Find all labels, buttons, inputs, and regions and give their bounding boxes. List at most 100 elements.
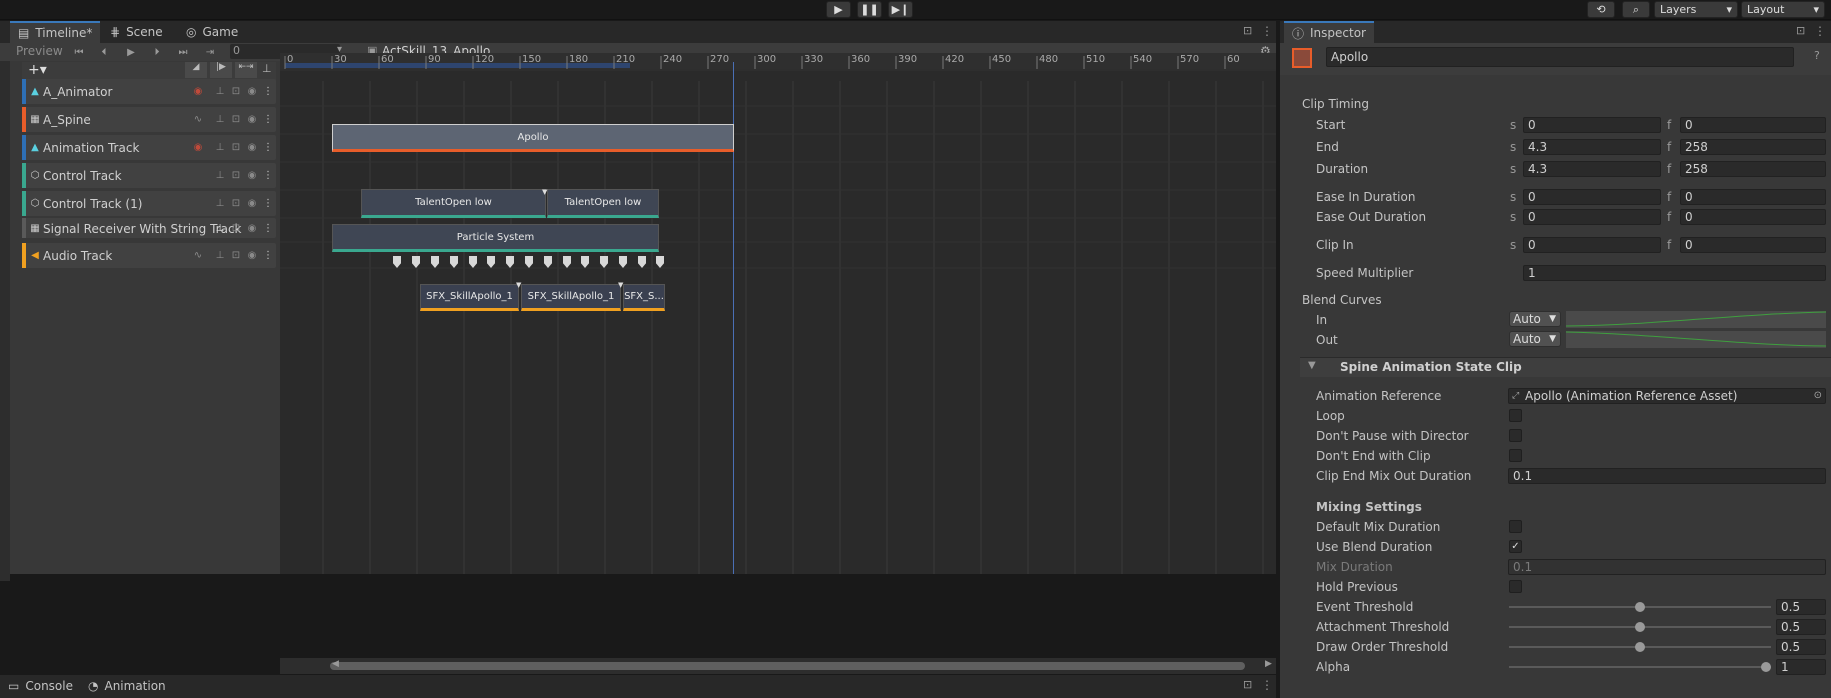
more-options-icon[interactable]: ⋮ xyxy=(1814,24,1826,38)
lock-icon[interactable]: ⊡ xyxy=(230,113,242,125)
collapse-icon[interactable]: ▼ xyxy=(1308,360,1316,371)
search-icon[interactable]: ⌕ xyxy=(1622,1,1650,18)
clip-particle-system[interactable]: Particle System xyxy=(332,224,659,252)
clip-end-mix-field[interactable]: 0.1 xyxy=(1508,468,1826,484)
horizontal-scrollbar[interactable]: ◀ ▶ xyxy=(280,658,1276,674)
eye-icon[interactable]: ◉ xyxy=(246,85,258,97)
attachment-threshold-field[interactable]: 0.5 xyxy=(1776,619,1826,635)
eye-icon[interactable]: ◉ xyxy=(246,222,258,234)
default-mix-checkbox[interactable] xyxy=(1509,520,1522,533)
lock-icon[interactable]: ⊡ xyxy=(230,222,242,234)
snap-icon[interactable]: |▶ xyxy=(210,62,232,78)
end-frames-field[interactable]: 258 xyxy=(1680,139,1826,155)
pin-icon[interactable]: ⊥ xyxy=(214,249,226,261)
eye-icon[interactable]: ◉ xyxy=(246,197,258,209)
scrollbar-thumb[interactable] xyxy=(330,662,1245,670)
record-icon[interactable]: ◉ xyxy=(192,141,204,153)
clip-in-seconds-field[interactable]: 0 xyxy=(1523,237,1661,253)
blend-out-curve[interactable] xyxy=(1565,331,1827,348)
clip-sfx-3[interactable]: SFX_S... xyxy=(623,284,665,311)
ease-out-frames-field[interactable]: 0 xyxy=(1680,209,1826,225)
lock-icon[interactable]: ⊡ xyxy=(230,141,242,153)
lock-icon[interactable]: ⊡ xyxy=(1243,24,1252,37)
speed-multiplier-field[interactable]: 1 xyxy=(1523,265,1826,281)
tab-inspector[interactable]: ⓘ Inspector xyxy=(1284,21,1374,43)
pause-button[interactable]: ❚❚ xyxy=(857,1,882,18)
next-frame-icon[interactable]: ⏵ xyxy=(148,44,166,60)
dont-pause-checkbox[interactable] xyxy=(1509,429,1522,442)
zoom-icon[interactable]: ◢ xyxy=(185,62,207,78)
scroll-right-icon[interactable]: ▶ xyxy=(1265,659,1272,669)
track-header-a-spine[interactable]: ▦ A_Spine ∿ ⊥ ⊡ ◉ ⋮ xyxy=(22,107,276,132)
time-ruler[interactable]: 0 30 60 90 120 150 180 210 240 270 300 3… xyxy=(280,53,1276,69)
clip-in-frames-field[interactable]: 0 xyxy=(1680,237,1826,253)
duration-frames-field[interactable]: 258 xyxy=(1680,161,1826,177)
eye-icon[interactable]: ◉ xyxy=(246,169,258,181)
more-options-icon[interactable]: ⋮ xyxy=(262,113,274,125)
slider-knob[interactable] xyxy=(1635,622,1645,632)
more-options-icon[interactable]: ⋮ xyxy=(262,141,274,153)
more-options-icon[interactable]: ⋮ xyxy=(1261,678,1273,692)
track-header-control-track[interactable]: ⬡ Control Track ⊥ ⊡ ◉ ⋮ xyxy=(22,163,276,188)
ease-in-frames-field[interactable]: 0 xyxy=(1680,189,1826,205)
hold-previous-checkbox[interactable] xyxy=(1509,580,1522,593)
curves-icon[interactable]: ∿ xyxy=(192,249,204,261)
clip-talentopen-2[interactable]: TalentOpen low xyxy=(547,189,659,218)
use-blend-checkbox[interactable]: ✓ xyxy=(1509,540,1522,553)
lock-icon[interactable]: ⊡ xyxy=(1243,678,1252,691)
eye-icon[interactable]: ◉ xyxy=(246,249,258,261)
eye-icon[interactable]: ◉ xyxy=(246,141,258,153)
curves-icon[interactable]: ∿ xyxy=(192,113,204,125)
more-options-icon[interactable]: ⋮ xyxy=(262,197,274,209)
clip-sfx-1[interactable]: SFX_SkillApollo_1 xyxy=(420,284,519,311)
clip-talentopen-1[interactable]: TalentOpen low xyxy=(361,189,546,218)
slider-knob[interactable] xyxy=(1635,642,1645,652)
end-seconds-field[interactable]: 4.3 xyxy=(1523,139,1661,155)
pin-icon[interactable]: ⊥ xyxy=(214,197,226,209)
object-picker-icon[interactable]: ⊙ xyxy=(1814,389,1822,403)
blend-in-curve[interactable] xyxy=(1565,311,1827,328)
ease-in-seconds-field[interactable]: 0 xyxy=(1523,189,1661,205)
play-button[interactable]: ▶ xyxy=(826,1,851,18)
lock-icon[interactable]: ⊡ xyxy=(230,85,242,97)
more-options-icon[interactable]: ⋮ xyxy=(262,85,274,97)
draw-order-threshold-field[interactable]: 0.5 xyxy=(1776,639,1826,655)
track-header-audio-track[interactable]: ◀ Audio Track ∿ ⊥ ⊡ ◉ ⋮ xyxy=(22,243,276,268)
step-button[interactable]: ▶❙ xyxy=(888,1,913,18)
clip-apollo[interactable]: Apollo xyxy=(332,124,734,152)
ease-out-seconds-field[interactable]: 0 xyxy=(1523,209,1661,225)
loop-checkbox[interactable] xyxy=(1509,409,1522,422)
alpha-slider[interactable] xyxy=(1509,666,1771,668)
tab-scene[interactable]: ⋕ Scene xyxy=(102,21,171,43)
more-options-icon[interactable]: ⋮ xyxy=(262,169,274,181)
pin-icon[interactable]: ⊥ xyxy=(214,141,226,153)
slider-knob[interactable] xyxy=(1635,602,1645,612)
pin-icon[interactable]: ⊥ xyxy=(214,169,226,181)
track-header-control-track-1[interactable]: ⬡ Control Track (1) ⊥ ⊡ ◉ ⋮ xyxy=(22,191,276,216)
start-frames-field[interactable]: 0 xyxy=(1680,117,1826,133)
blend-out-dropdown[interactable]: Auto ▼ xyxy=(1509,331,1561,347)
track-header-a-animator[interactable]: ▲ A_Animator ◉ ⊥ ⊡ ◉ ⋮ xyxy=(22,79,276,104)
more-options-icon[interactable]: ⋮ xyxy=(262,222,274,234)
object-name-field[interactable]: Apollo xyxy=(1326,47,1794,67)
tab-timeline[interactable]: ▤ Timeline* xyxy=(10,21,101,43)
tab-animation[interactable]: ◔ Animation xyxy=(80,675,174,697)
layers-dropdown[interactable]: Layers ▾ xyxy=(1654,1,1738,18)
spine-section-header[interactable]: ▼ Spine Animation State Clip xyxy=(1300,357,1831,377)
loop-icon[interactable]: ⇥ xyxy=(201,44,219,60)
duration-seconds-field[interactable]: 4.3 xyxy=(1523,161,1661,177)
more-options-icon[interactable]: ⋮ xyxy=(1261,24,1273,38)
slider-knob[interactable] xyxy=(1761,662,1771,672)
record-icon[interactable]: ◉ xyxy=(192,85,204,97)
track-header-signal-receiver[interactable]: ▦ Signal Receiver With String Track ⊥ ⊡ … xyxy=(22,218,276,238)
lock-icon[interactable]: ⊡ xyxy=(230,249,242,261)
lock-icon[interactable]: ⊡ xyxy=(230,169,242,181)
animation-reference-field[interactable]: ⤢ Apollo (Animation Reference Asset) ⊙ xyxy=(1508,388,1826,404)
first-frame-icon[interactable]: ⏮ xyxy=(70,44,88,60)
scroll-left-icon[interactable]: ◀ xyxy=(332,659,339,669)
tab-game[interactable]: ◎ Game xyxy=(178,21,246,43)
lock-icon[interactable]: ⊡ xyxy=(1796,24,1805,37)
eye-icon[interactable]: ◉ xyxy=(246,113,258,125)
pin-icon[interactable]: ⊥ xyxy=(214,222,226,234)
help-icon[interactable]: ? xyxy=(1814,49,1820,62)
